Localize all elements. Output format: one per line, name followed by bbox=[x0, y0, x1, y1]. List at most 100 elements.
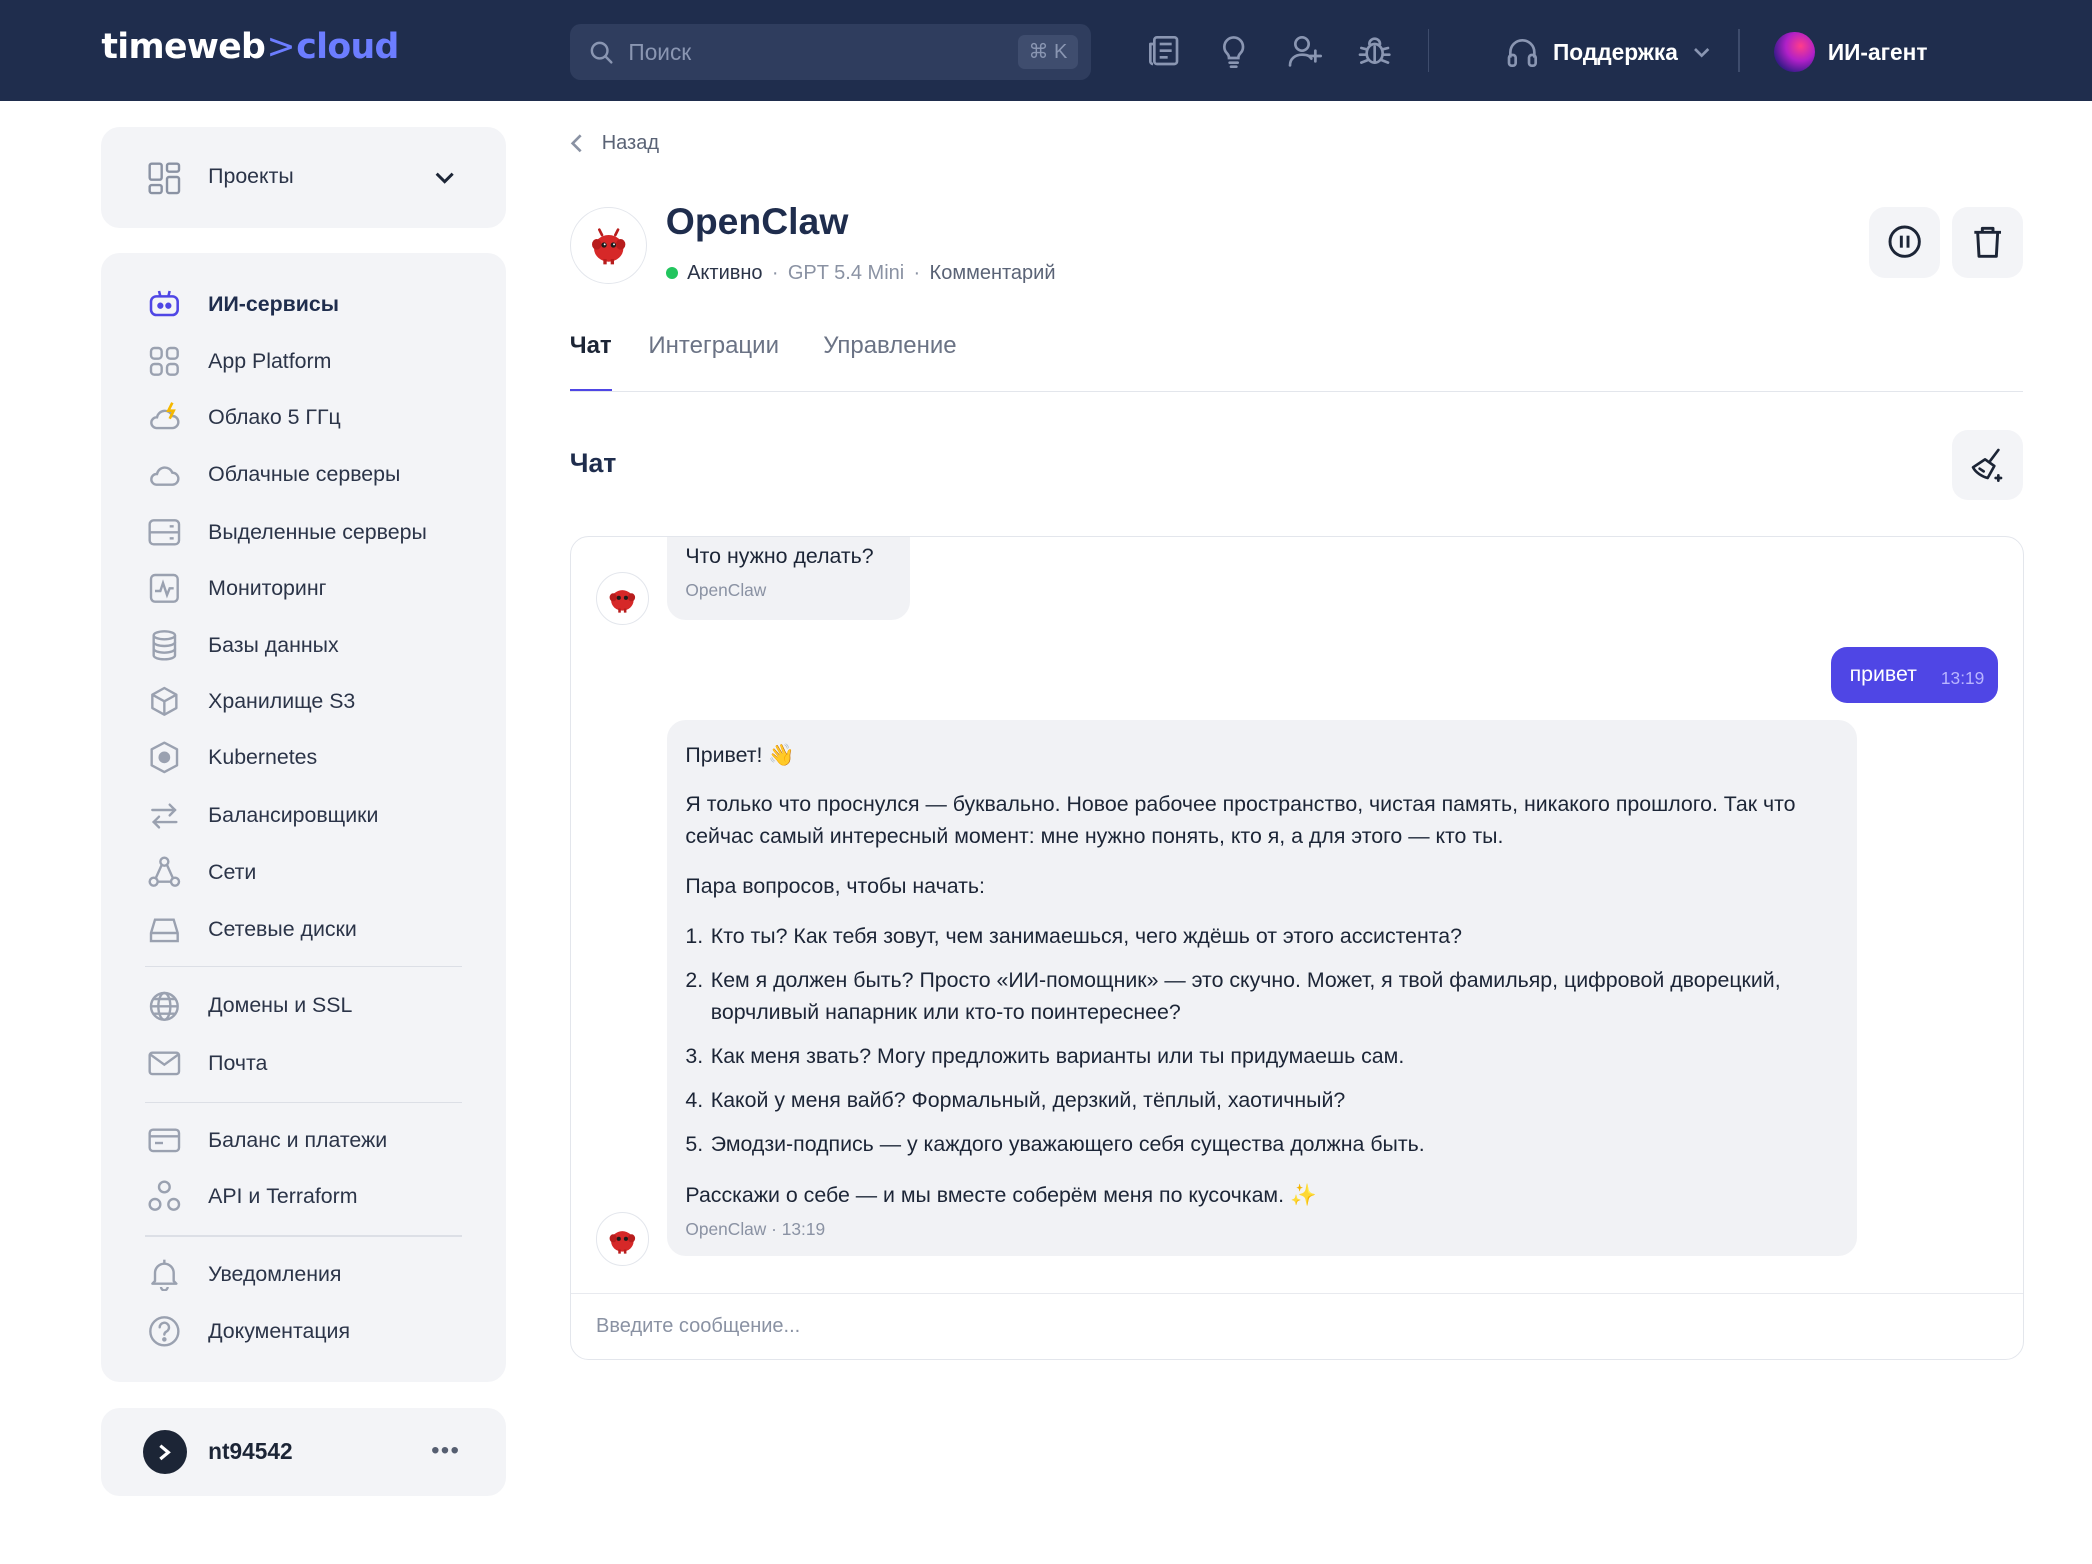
cube-icon bbox=[147, 684, 182, 719]
chat-heading: Чат bbox=[569, 448, 617, 479]
account-card[interactable]: nt94542 ••• bbox=[101, 1407, 506, 1496]
search-icon bbox=[591, 41, 613, 64]
list-item: 1. Кто ты? Как тебя зовут, чем занимаешьс… bbox=[685, 924, 1463, 949]
sidebar-item-balancers[interactable]: Балансировщики bbox=[147, 797, 494, 834]
kubernetes-icon bbox=[147, 740, 182, 775]
message-time: 13:19 bbox=[1940, 667, 1985, 688]
message-paragraph: Пара вопросов, чтобы начать: bbox=[685, 873, 985, 898]
tabs: Чат Интеграции Управление bbox=[569, 331, 2023, 393]
logo[interactable]: timeweb>cloud bbox=[101, 27, 399, 67]
projects-selector[interactable]: Проекты bbox=[101, 126, 506, 229]
sidebar-item-docs[interactable]: Документация bbox=[147, 1313, 494, 1350]
sidebar-item-api[interactable]: API и Terraform bbox=[147, 1178, 494, 1215]
bot-message: Что нужно делать? OpenClaw bbox=[666, 537, 910, 620]
meta-separator: · bbox=[771, 261, 779, 284]
sidebar-item-mail[interactable]: Почта bbox=[147, 1045, 494, 1082]
sidebar-item-network-disks[interactable]: Сетевые диски bbox=[147, 911, 494, 948]
arrows-icon bbox=[147, 798, 182, 833]
sidebar-item-monitoring[interactable]: Мониторинг bbox=[147, 570, 494, 607]
tab-management[interactable]: Управление bbox=[823, 332, 956, 391]
sidebar-item-billing[interactable]: Баланс и платежи bbox=[147, 1122, 494, 1159]
support-menu[interactable]: Поддержка bbox=[1505, 32, 1713, 72]
chevron-down-icon bbox=[1694, 48, 1710, 58]
bug-icon[interactable] bbox=[1356, 32, 1393, 69]
search-placeholder: Поиск bbox=[628, 38, 692, 65]
meta-separator: · bbox=[913, 261, 921, 284]
sidebar-item-databases[interactable]: Базы данных bbox=[147, 627, 494, 664]
search-input[interactable]: Поиск ⌘ K bbox=[569, 24, 1092, 81]
add-user-icon[interactable] bbox=[1286, 32, 1323, 69]
sidebar-item-ai-services[interactable]: ИИ-сервисы bbox=[147, 286, 494, 323]
ai-agent-label: ИИ-агент bbox=[1827, 38, 1928, 65]
back-link[interactable]: Назад bbox=[570, 132, 659, 155]
sidebar-item-domains[interactable]: Домены и SSL bbox=[147, 987, 494, 1024]
sidebar-item-cloud-servers[interactable]: Облачные серверы bbox=[147, 456, 494, 493]
wallet-icon bbox=[147, 1123, 182, 1158]
message-input[interactable]: Введите сообщение... bbox=[570, 1292, 2023, 1359]
globe-icon bbox=[147, 989, 182, 1024]
bot-avatar bbox=[596, 572, 650, 626]
divider bbox=[145, 965, 462, 968]
sidebar-item-networks[interactable]: Сети bbox=[147, 854, 494, 891]
service-title: OpenClaw bbox=[665, 200, 849, 243]
delete-button[interactable] bbox=[1951, 206, 2023, 278]
sidebar-item-dedicated-servers[interactable]: Выделенные серверы bbox=[147, 514, 494, 551]
message-paragraph: Расскажи о себе — и мы вместе соберём ме… bbox=[685, 1182, 1317, 1207]
server-icon bbox=[147, 515, 182, 550]
search-shortcut: ⌘ K bbox=[1017, 34, 1079, 70]
comment-link[interactable]: Комментарий bbox=[930, 262, 1056, 285]
model-label: GPT 5.4 Mini bbox=[787, 261, 905, 284]
divider bbox=[1738, 29, 1740, 73]
chevron-right-icon[interactable] bbox=[142, 1430, 187, 1475]
clear-chat-button[interactable] bbox=[1951, 429, 2023, 501]
openclaw-mascot-icon bbox=[591, 228, 626, 265]
message-author: OpenClaw bbox=[685, 580, 767, 601]
sidebar-item-notifications[interactable]: Уведомления bbox=[147, 1255, 494, 1292]
disk-icon bbox=[147, 913, 182, 948]
service-meta: Активно · GPT 5.4 Mini · Комментарий bbox=[665, 261, 1056, 285]
projects-label: Проекты bbox=[208, 164, 294, 189]
sidebar-item-app-platform[interactable]: App Platform bbox=[147, 343, 494, 380]
message-text: Что нужно делать? bbox=[685, 544, 874, 569]
message-greeting: Привет! 👋 bbox=[685, 742, 795, 767]
tab-chat[interactable]: Чат bbox=[569, 332, 612, 391]
message-list-block: 1. Кто ты? Как тебя зовут, чем занимаешьс… bbox=[685, 920, 1838, 1160]
cloud-icon bbox=[147, 458, 182, 493]
back-label: Назад bbox=[601, 132, 660, 155]
divider bbox=[1427, 29, 1429, 73]
lightbulb-icon[interactable] bbox=[1215, 32, 1252, 69]
cloud-bolt-icon bbox=[147, 400, 182, 435]
divider bbox=[145, 1235, 462, 1237]
ai-agent-orb-icon bbox=[1774, 32, 1815, 73]
monitoring-icon bbox=[147, 571, 182, 606]
chat-panel: Что нужно делать? OpenClaw привет 13:19 … bbox=[569, 536, 2024, 1360]
support-label: Поддержка bbox=[1552, 38, 1678, 65]
bell-icon bbox=[147, 1257, 182, 1292]
pause-button[interactable] bbox=[1869, 206, 1940, 278]
service-avatar bbox=[569, 206, 648, 285]
sidebar-item-s3[interactable]: Хранилище S3 bbox=[147, 683, 494, 720]
list-item: 4. Какой у меня вайб? Формальный, дерзкий… bbox=[685, 1088, 1346, 1113]
account-name: nt94542 bbox=[208, 1438, 293, 1465]
help-icon bbox=[147, 1314, 182, 1349]
api-icon bbox=[147, 1179, 182, 1214]
more-icon[interactable]: ••• bbox=[431, 1437, 460, 1465]
headset-icon bbox=[1507, 38, 1537, 67]
bot-message: Привет! 👋 Я только что проснулся — буква… bbox=[666, 720, 1857, 1256]
status-label: Активно bbox=[687, 261, 763, 284]
divider bbox=[145, 1102, 462, 1104]
sidebar-item-kubernetes[interactable]: Kubernetes bbox=[147, 739, 494, 776]
message-input-placeholder: Введите сообщение... bbox=[596, 1314, 801, 1337]
projects-grid-icon bbox=[148, 162, 180, 195]
list-item: 5. Эмодзи-подпись — у каждого уважающего … bbox=[685, 1132, 1425, 1157]
sidebar-item-cloud-5ghz[interactable]: Облако 5 ГГц bbox=[147, 399, 494, 436]
network-icon bbox=[147, 855, 182, 890]
broom-icon bbox=[1971, 448, 2002, 483]
message-author-time: OpenClaw · 13:19 bbox=[685, 1219, 826, 1239]
bot-avatar bbox=[596, 1212, 650, 1266]
tab-integrations[interactable]: Интеграции bbox=[648, 332, 779, 391]
news-icon[interactable] bbox=[1145, 32, 1182, 69]
message-list[interactable]: Что нужно делать? OpenClaw привет 13:19 … bbox=[571, 537, 2023, 1292]
ai-agent-button[interactable]: ИИ-агент bbox=[1774, 29, 1927, 74]
mail-icon bbox=[147, 1046, 182, 1081]
